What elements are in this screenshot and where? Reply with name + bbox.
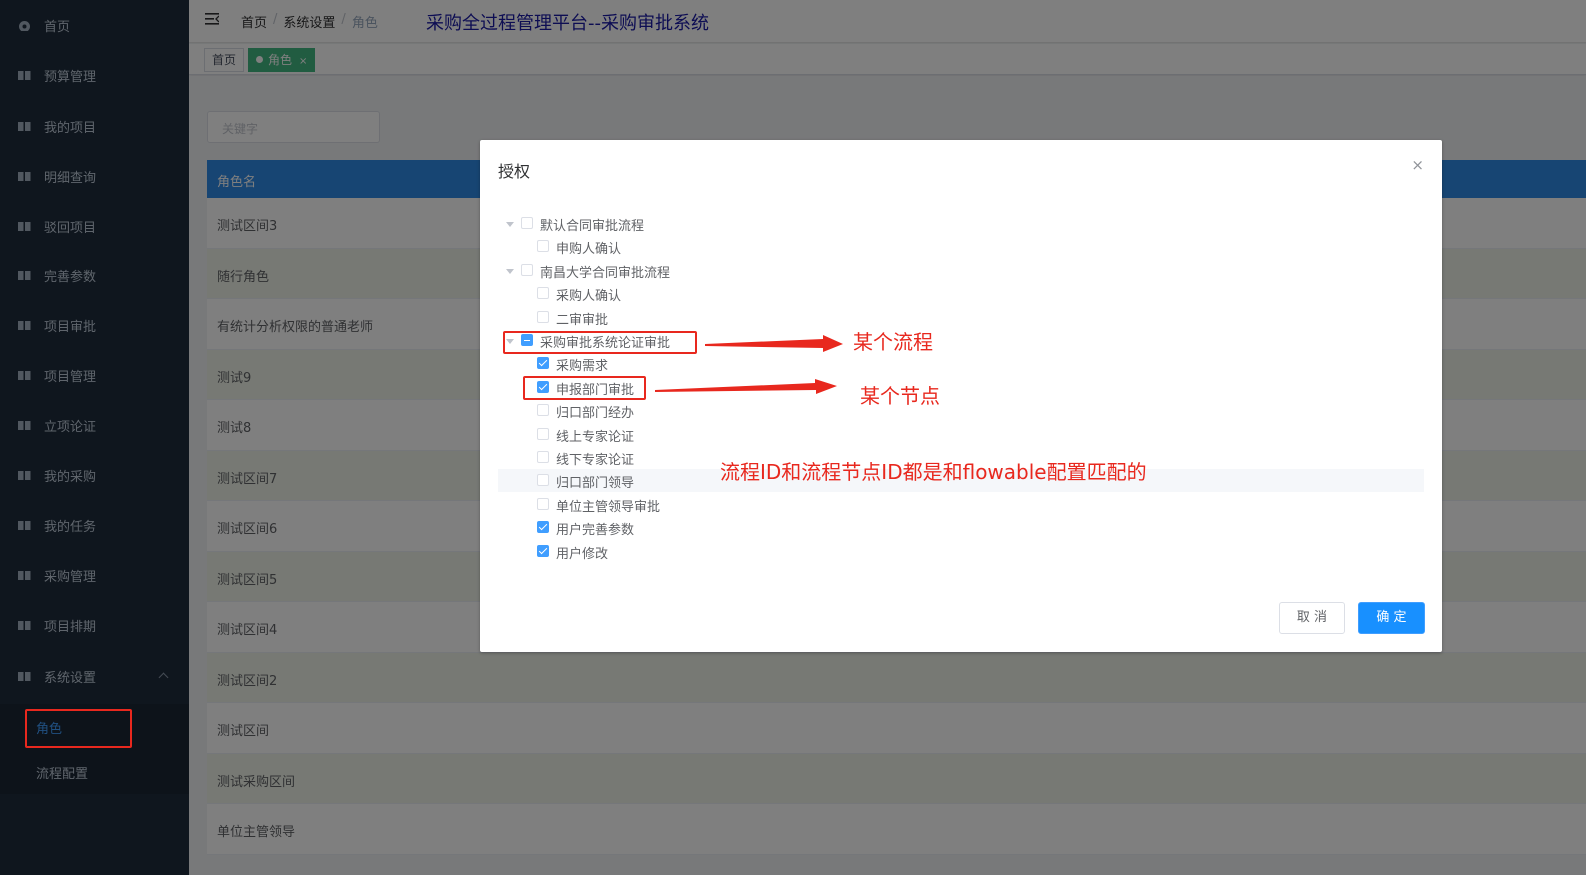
tree-node-label: 采购需求	[556, 359, 609, 375]
tree-checkbox[interactable]	[537, 427, 549, 440]
tree-checkbox[interactable]	[537, 544, 549, 557]
tree-node-label: 默认合同审批流程	[540, 219, 645, 234]
tree-node-label: 申购人确认	[556, 242, 622, 258]
annotation-node-label: 某个节点	[860, 384, 940, 408]
tree-node-step[interactable]: 二审审批	[498, 306, 1424, 329]
tree-node-flow[interactable]: 默认合同审批流程	[498, 212, 1424, 235]
annotation-box-flow	[503, 331, 697, 354]
tree-node-step[interactable]: 线上专家论证	[498, 423, 1424, 446]
caret-down-icon[interactable]	[506, 268, 514, 274]
tree-node-label: 单位主管领导审批	[556, 499, 661, 515]
tree-node-step[interactable]: 用户完善参数	[498, 516, 1424, 539]
tree-checkbox[interactable]	[537, 287, 549, 300]
annotation-arrow-icon	[655, 379, 837, 394]
tree-checkbox[interactable]	[537, 521, 549, 534]
tree-checkbox[interactable]	[521, 263, 533, 276]
tree-checkbox[interactable]	[537, 474, 549, 487]
tree-checkbox[interactable]	[521, 217, 533, 229]
tree-node-step[interactable]: 用户修改	[498, 540, 1424, 563]
tree-node-step[interactable]: 申购人确认	[498, 235, 1424, 258]
dialog-title: 授权	[498, 162, 531, 181]
tree-node-label: 归口部门领导	[556, 476, 635, 492]
tree-checkbox[interactable]	[537, 240, 549, 253]
tree-node-step[interactable]: 单位主管领导审批	[498, 493, 1424, 516]
annotation-arrow-icon	[705, 335, 843, 352]
confirm-button[interactable]: 确 定	[1358, 602, 1425, 634]
tree-node-label: 线上专家论证	[556, 429, 635, 445]
tree-node-step[interactable]: 归口部门经办	[498, 399, 1424, 422]
tree-node-label: 用户完善参数	[556, 523, 635, 539]
tree-checkbox[interactable]	[537, 357, 549, 370]
tree-node-label: 用户修改	[556, 546, 609, 562]
tree-checkbox[interactable]	[537, 497, 549, 510]
tree-node-flow[interactable]: 南昌大学合同审批流程	[498, 259, 1424, 282]
tree-checkbox[interactable]	[537, 404, 549, 417]
tree-checkbox[interactable]	[537, 310, 549, 323]
tree-node-label: 二审审批	[556, 312, 609, 328]
annotation-box-role-menu	[25, 709, 132, 748]
tree-checkbox[interactable]	[537, 451, 549, 463]
caret-down-icon[interactable]	[506, 222, 514, 227]
tree-node-step[interactable]: 采购人确认	[498, 282, 1424, 305]
close-icon[interactable]: ×	[1411, 156, 1424, 174]
annotation-box-node	[523, 376, 646, 400]
tree-node-label: 归口部门经办	[556, 406, 635, 422]
tree-node-label: 线下专家论证	[556, 453, 635, 468]
annotation-note: 流程ID和流程节点ID都是和flowable配置匹配的	[720, 460, 1147, 484]
cancel-button[interactable]: 取 消	[1279, 602, 1345, 634]
tree-node-step[interactable]: 采购需求	[498, 352, 1424, 375]
tree-node-label: 采购人确认	[556, 289, 622, 305]
tree-node-label: 南昌大学合同审批流程	[540, 265, 671, 281]
annotation-flow-label: 某个流程	[853, 330, 933, 354]
